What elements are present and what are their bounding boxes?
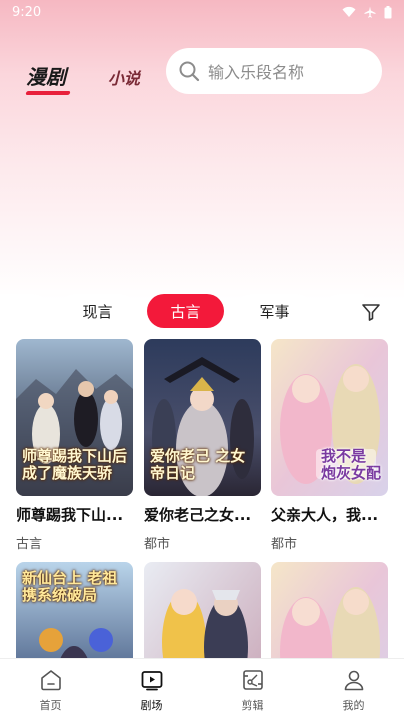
cover-title-text: 我不是 炮灰女配: [321, 446, 382, 482]
drama-card[interactable]: 爱你老己 之女帝日记 爱你老己之女... 都市: [144, 339, 261, 552]
drama-title[interactable]: 父亲大人，我...: [271, 504, 388, 525]
bottom-nav: 首页 剧场 剪辑 我的: [0, 658, 404, 718]
drama-title[interactable]: 爱你老己之女...: [144, 504, 261, 525]
tab-novel[interactable]: 小说: [108, 65, 140, 89]
drama-card[interactable]: 师尊踢我下山后 成了魔族天骄 师尊踢我下山... 古言: [16, 339, 133, 552]
drama-genre: 都市: [144, 537, 171, 552]
filter-icon: [362, 304, 380, 321]
status-bar: 9:20: [0, 0, 404, 24]
category-chip-xianyan[interactable]: 现言: [59, 294, 136, 328]
category-chip-guyan[interactable]: 古言: [147, 294, 224, 328]
airplane-icon: [364, 6, 376, 18]
category-chip-partial-left[interactable]: [0, 294, 49, 328]
drama-cover[interactable]: 爱你老己 之女帝日记: [144, 339, 261, 496]
drama-genre: 古言: [16, 537, 43, 552]
nav-home-label: 首页: [39, 699, 62, 712]
nav-theater[interactable]: 剧场: [101, 659, 202, 718]
drama-cover[interactable]: 师尊踢我下山后 成了魔族天骄: [16, 339, 133, 496]
nav-home[interactable]: 首页: [0, 659, 101, 718]
nav-profile-label: 我的: [342, 699, 365, 712]
nav-clip[interactable]: 剪辑: [202, 659, 303, 718]
profile-icon: [344, 670, 363, 691]
clip-edit-icon: [242, 670, 263, 690]
status-icons: [342, 5, 392, 19]
nav-theater-label: 剧场: [140, 699, 163, 712]
tab-manju[interactable]: 漫剧: [26, 61, 66, 90]
top-bar: 漫剧 小说 输入乐段名称: [0, 46, 404, 96]
drama-genre: 都市: [271, 537, 298, 552]
category-chip-row: 现言 古言 军事: [0, 294, 404, 330]
status-time: 9:20: [12, 4, 42, 20]
drama-cover[interactable]: 我不是 炮灰女配: [271, 339, 388, 496]
battery-icon: [384, 5, 392, 18]
search-placeholder: 输入乐段名称: [208, 63, 305, 82]
play-screen-icon: [141, 671, 162, 691]
filter-button[interactable]: [358, 299, 384, 325]
nav-clip-label: 剪辑: [241, 699, 264, 712]
search-icon: [179, 61, 200, 82]
drama-title[interactable]: 师尊踢我下山...: [16, 504, 133, 525]
cover-title-text: 新仙台上 老祖携系统破局: [22, 569, 118, 605]
search-input[interactable]: 输入乐段名称: [166, 48, 382, 94]
cover-title-text: 爱你老己 之女帝日记: [150, 446, 246, 482]
category-chip-junshi[interactable]: 军事: [236, 294, 313, 328]
header-background: [0, 0, 404, 300]
home-icon: [40, 670, 61, 691]
nav-profile[interactable]: 我的: [303, 659, 404, 718]
cover-title-text: 师尊踢我下山后 成了魔族天骄: [22, 446, 128, 482]
wifi-icon: [342, 6, 356, 17]
drama-card[interactable]: 我不是 炮灰女配 父亲大人，我... 都市: [271, 339, 388, 552]
